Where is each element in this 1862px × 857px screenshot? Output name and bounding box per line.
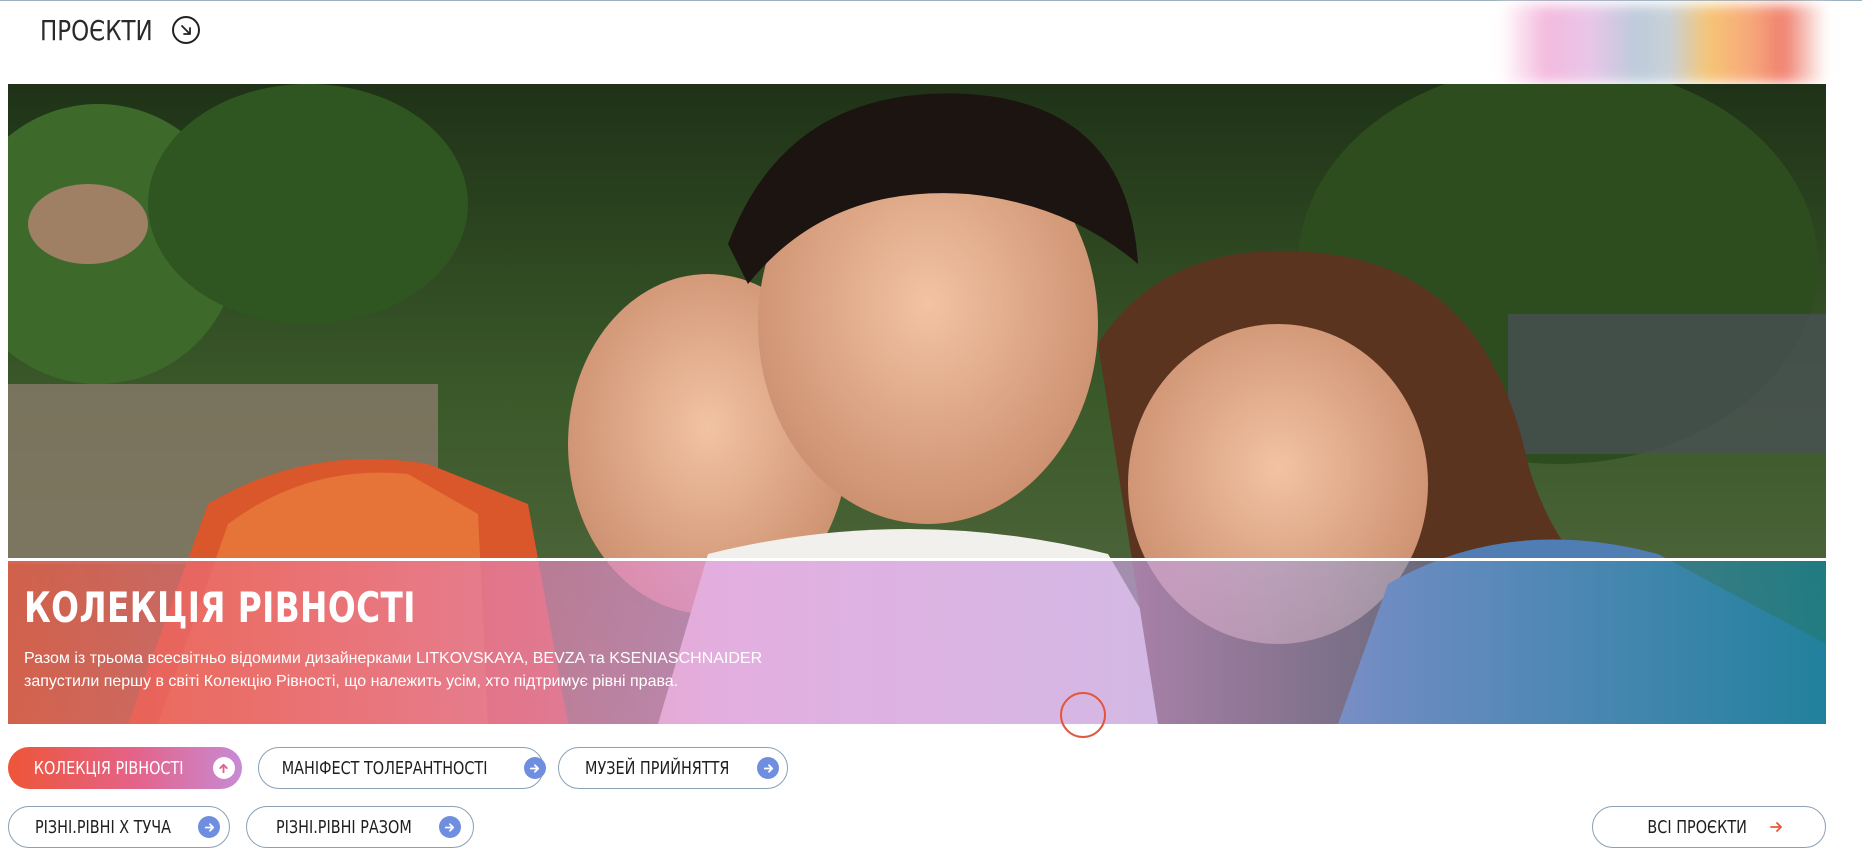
all-projects-button[interactable]: ВСІ ПРОЄКТИ — [1592, 806, 1826, 848]
arrow-right-icon — [523, 757, 546, 779]
tab-acceptance-museum[interactable]: МУЗЕЙ ПРИЙНЯТТЯ — [558, 747, 788, 789]
tab-label: МУЗЕЙ ПРИЙНЯТТЯ — [584, 757, 730, 779]
tab-label: МАНІФЕСТ ТОЛЕРАНТНОСТІ — [282, 757, 488, 779]
arrow-right-icon — [757, 757, 780, 779]
arrow-up-icon — [212, 757, 235, 779]
tab-label: РІЗНІ.РІВНІ Х ТУЧА — [34, 816, 171, 838]
hero-title: КОЛЕКЦІЯ РІВНОСТІ — [24, 583, 416, 632]
arrow-down-right-circle-icon[interactable] — [172, 16, 200, 44]
tab-rizni-rivni-razom[interactable]: РІЗНІ.РІВНІ РАЗОМ — [246, 806, 474, 848]
rainbow-gradient-decoration — [1500, 5, 1826, 83]
top-rule — [0, 0, 1862, 4]
arrow-right-icon — [198, 816, 220, 838]
tab-tolerance-manifesto[interactable]: МАНІФЕСТ ТОЛЕРАНТНОСТІ — [258, 747, 546, 789]
section-title: ПРОЄКТИ — [40, 13, 153, 47]
hero-description-line: Разом із трьома всесвітньо відомими диза… — [24, 650, 763, 667]
arrow-right-icon — [1769, 820, 1783, 834]
hero-banner[interactable]: КОЛЕКЦІЯ РІВНОСТІ Разом із трьома всесві… — [8, 84, 1826, 724]
cursor-ring — [1060, 692, 1106, 738]
hero-description-line: запустили першу в світі Колекцію Рівност… — [24, 673, 679, 690]
section-header: ПРОЄКТИ — [40, 8, 200, 52]
tab-rizni-rivni-x-tucha[interactable]: РІЗНІ.РІВНІ Х ТУЧА — [8, 806, 230, 848]
tab-label: КОЛЕКЦІЯ РІВНОСТІ — [34, 757, 184, 779]
hero-description: Разом із трьома всесвітньо відомими диза… — [24, 647, 844, 693]
all-projects-label: ВСІ ПРОЄКТИ — [1647, 816, 1747, 838]
tab-equality-collection[interactable]: КОЛЕКЦІЯ РІВНОСТІ — [8, 747, 242, 789]
arrow-right-icon — [438, 816, 461, 838]
hero-caption: КОЛЕКЦІЯ РІВНОСТІ Разом із трьома всесві… — [8, 561, 1826, 724]
tab-label: РІЗНІ.РІВНІ РАЗОМ — [276, 816, 412, 838]
